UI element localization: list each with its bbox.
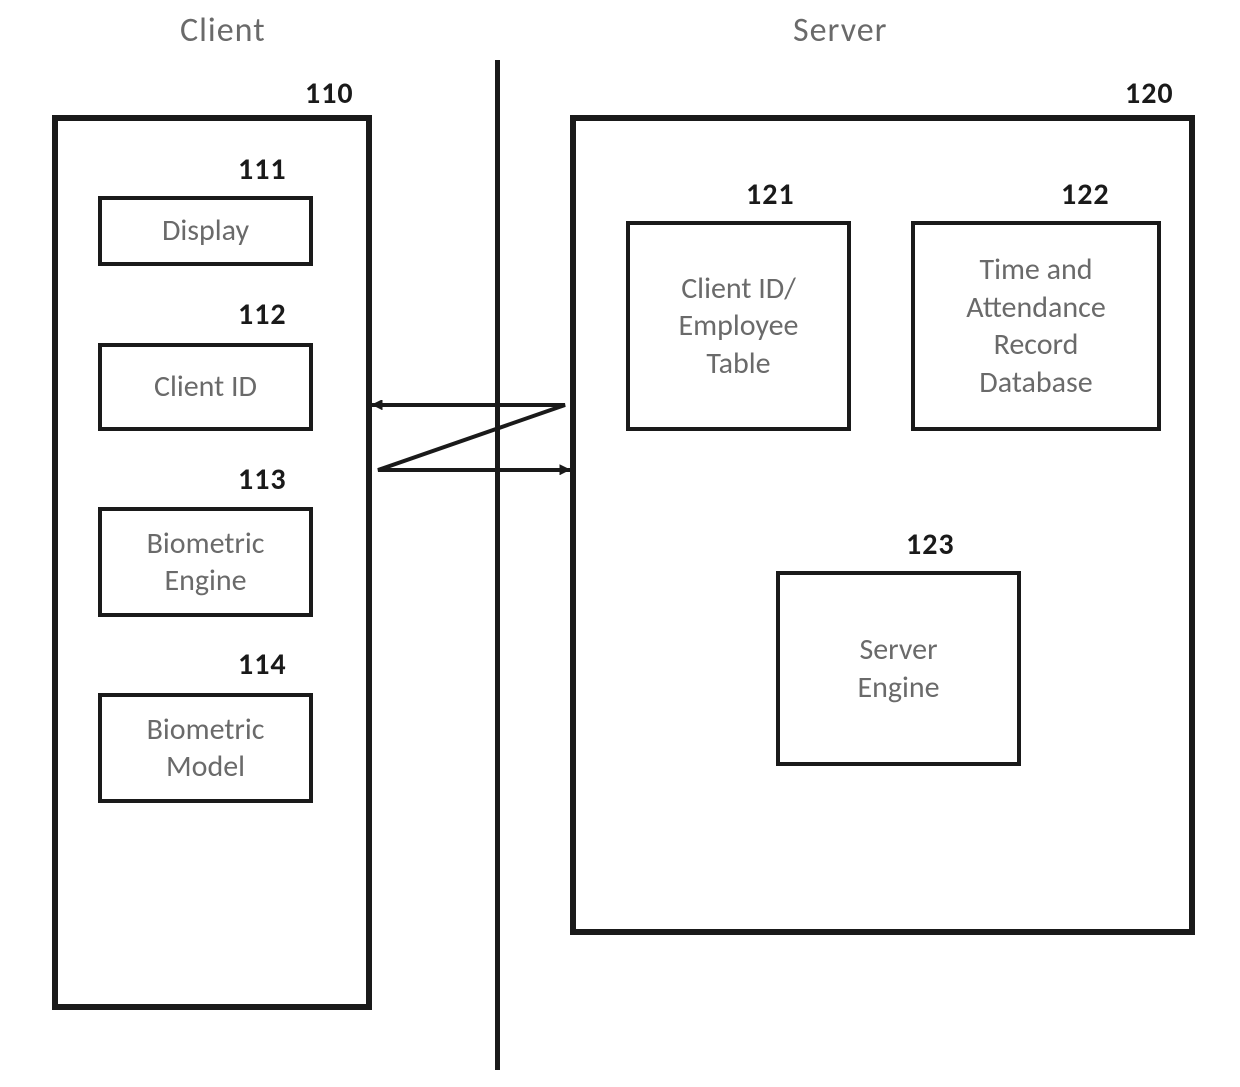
server-box: 121 Client ID/ Employee Table 122 Time a… xyxy=(570,115,1195,935)
server-engine-box: Server Engine xyxy=(776,571,1021,766)
client-table-ref: 121 xyxy=(746,176,795,213)
biometric-engine-ref: 113 xyxy=(238,461,287,498)
server-engine-label: Server Engine xyxy=(857,631,939,706)
time-db-box: Time and Attendance Record Database xyxy=(911,221,1161,431)
display-label: Display xyxy=(162,212,249,250)
client-table-label: Client ID/ Employee Table xyxy=(679,270,799,383)
biometric-model-label: Biometric Model xyxy=(147,711,265,786)
zigzag-connector-icon xyxy=(370,400,575,520)
vertical-divider xyxy=(495,60,500,1070)
server-engine-ref: 123 xyxy=(906,526,955,563)
client-header: Client xyxy=(180,10,266,51)
client-box-ref: 110 xyxy=(305,75,354,112)
client-table-box: Client ID/ Employee Table xyxy=(626,221,851,431)
client-id-label: Client ID xyxy=(154,368,257,406)
client-box: 111 Display 112 Client ID 113 Biometric … xyxy=(52,115,372,1010)
client-id-box: Client ID xyxy=(98,343,313,431)
biometric-engine-box: Biometric Engine xyxy=(98,507,313,617)
biometric-engine-label: Biometric Engine xyxy=(147,525,265,600)
server-header: Server xyxy=(793,10,888,51)
biometric-model-ref: 114 xyxy=(238,646,287,683)
display-box: Display xyxy=(98,196,313,266)
server-box-ref: 120 xyxy=(1125,75,1174,112)
biometric-model-box: Biometric Model xyxy=(98,693,313,803)
client-id-ref: 112 xyxy=(238,296,287,333)
diagram-canvas: Client Server 110 111 Display 112 Client… xyxy=(0,0,1240,1087)
time-db-label: Time and Attendance Record Database xyxy=(966,251,1106,401)
time-db-ref: 122 xyxy=(1061,176,1110,213)
display-ref: 111 xyxy=(238,151,287,188)
